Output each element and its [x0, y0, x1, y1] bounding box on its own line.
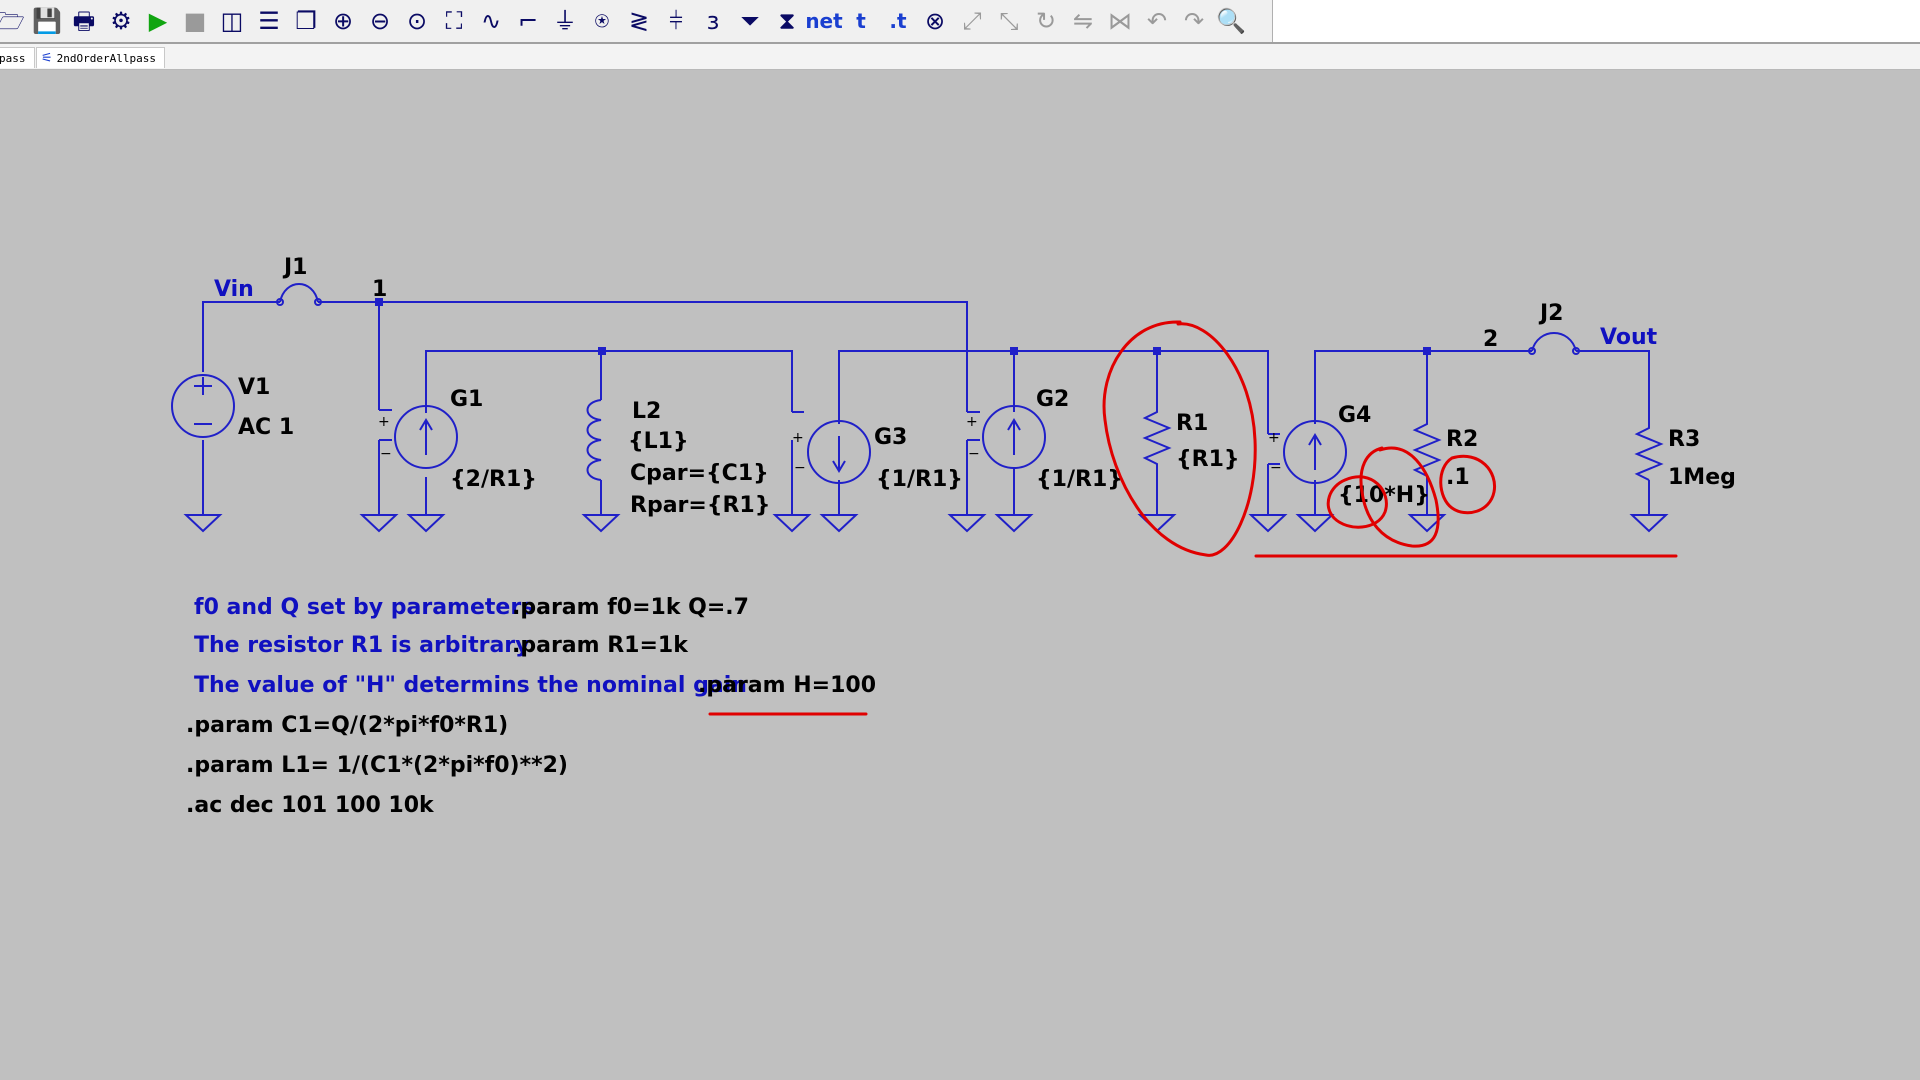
component-rpar-l2[interactable]: Rpar={R1} — [630, 493, 770, 518]
svg-text:−: − — [794, 460, 806, 476]
fft-icon[interactable]: ∿ — [475, 5, 507, 37]
control-panel-icon[interactable]: ⚙ — [105, 5, 137, 37]
comment-f0-q[interactable]: f0 and Q set by parameters — [194, 595, 534, 620]
capacitor-icon[interactable]: ⫩ — [660, 5, 692, 37]
save-icon[interactable]: 💾 — [31, 5, 63, 37]
tile-horizontal-icon[interactable]: ☰ — [253, 5, 285, 37]
component-cpar-l2[interactable]: Cpar={C1} — [630, 461, 769, 486]
zoom-in-icon[interactable]: ⊕ — [327, 5, 359, 37]
jumper-j1[interactable] — [276, 283, 322, 306]
open-icon[interactable]: 🗁 — [0, 5, 26, 37]
svg-text:−: − — [1270, 460, 1282, 476]
component-name-g4[interactable]: G4 — [1338, 403, 1371, 428]
mirror-vertical-icon[interactable]: ⋈ — [1104, 5, 1136, 37]
mirror-icon[interactable]: ⇋ — [1067, 5, 1099, 37]
component-name-l2[interactable]: L2 — [632, 399, 661, 424]
component-value-r1[interactable]: {R1} — [1176, 447, 1240, 472]
component-name-r2[interactable]: R2 — [1446, 427, 1478, 452]
directive-param-c1[interactable]: .param C1=Q/(2*pi*f0*R1) — [186, 713, 508, 738]
ground-symbols — [185, 502, 1667, 532]
tab-2ndorderallpass[interactable]: ⚟ 2ndOrderAllpass — [36, 47, 165, 68]
svg-text:+: + — [378, 414, 390, 430]
component-name-g2[interactable]: G2 — [1036, 387, 1069, 412]
component-value-l2[interactable]: {L1} — [628, 429, 689, 454]
directive-param-r1[interactable]: .param R1=1k — [512, 633, 689, 658]
delete-icon[interactable]: ⊗ — [919, 5, 951, 37]
run-icon[interactable]: ▶ — [142, 5, 174, 37]
current-source-g1[interactable] — [394, 405, 458, 469]
schematic-icon: ⚟ — [41, 51, 53, 66]
component-name-j1[interactable]: J1 — [282, 255, 308, 280]
label-net-icon[interactable]: ⍟ — [586, 5, 618, 37]
directive-param-l1[interactable]: .param L1= 1/(C1*(2*pi*f0)**2) — [186, 753, 568, 778]
rotate-icon[interactable]: ↻ — [1030, 5, 1062, 37]
directive-param-h[interactable]: .param H=100 — [698, 673, 876, 698]
net-label-vout[interactable]: Vout — [1600, 325, 1658, 350]
red-annotations — [708, 320, 1678, 716]
tile-vertical-icon[interactable]: ◫ — [216, 5, 248, 37]
svg-text:+: + — [1268, 430, 1280, 446]
toolbar-buttons: 🗁 💾 🖶 ⚙ ▶ ■ ◫ ☰ ❐ ⊕ ⊖ ⊙ ⛶ ∿ ⌐ ⏚ ⍟ ≷ ⫩ ɜ ⏷ ⧗ net t .t ⊗ ⤢ ⤡ ↻ ⇋ ⋈ ↶ ↷ 🔍 — [0, 0, 1272, 44]
inductor-l2[interactable] — [586, 399, 602, 481]
spice-directive-icon[interactable]: .t — [882, 5, 914, 37]
svg-text:−: − — [380, 446, 392, 462]
resistor-icon[interactable]: ≷ — [623, 5, 655, 37]
comment-h-gain[interactable]: The value of "H" determins the nominal g… — [194, 673, 747, 698]
component-name-j2[interactable]: J2 — [1538, 301, 1564, 326]
component-name-g3[interactable]: G3 — [874, 425, 907, 450]
node-label-1[interactable]: 1 — [372, 277, 387, 302]
svg-text:+: + — [792, 430, 804, 446]
resistor-r3[interactable] — [1634, 420, 1664, 481]
directive-ac-analysis[interactable]: .ac dec 101 100 10k — [186, 793, 435, 818]
text-icon[interactable]: t — [845, 5, 877, 37]
node-label-2[interactable]: 2 — [1483, 327, 1498, 352]
diode-icon[interactable]: ⏷ — [734, 5, 766, 37]
component-value-r2[interactable]: .1 — [1446, 465, 1470, 490]
find-icon[interactable]: 🔍 — [1215, 5, 1247, 37]
component-value-g1[interactable]: {2/R1} — [450, 467, 537, 492]
undo-icon[interactable]: ↶ — [1141, 5, 1173, 37]
halt-icon[interactable]: ■ — [179, 5, 211, 37]
component-value-g2[interactable]: {1/R1} — [1036, 467, 1123, 492]
tab-bar: pass ⚟ 2ndOrderAllpass — [0, 44, 1920, 70]
toolbar: 🗁 💾 🖶 ⚙ ▶ ■ ◫ ☰ ❐ ⊕ ⊖ ⊙ ⛶ ∿ ⌐ ⏚ ⍟ ≷ ⫩ ɜ ⏷ ⧗ net t .t ⊗ ⤢ ⤡ ↻ ⇋ ⋈ ↶ ↷ 🔍 — [0, 0, 1920, 44]
svg-text:−: − — [968, 446, 980, 462]
junctions — [375, 298, 1431, 355]
resistor-r2[interactable] — [1412, 410, 1442, 480]
svg-text:+: + — [966, 414, 978, 430]
component-value-g3[interactable]: {1/R1} — [876, 467, 963, 492]
ground-icon[interactable]: ⏚ — [549, 5, 581, 37]
toolbar-empty-area — [1272, 0, 1920, 42]
component-value-r3[interactable]: 1Meg — [1668, 465, 1736, 490]
comment-r1-arbitrary[interactable]: The resistor R1 is arbitrary — [194, 633, 529, 658]
move-icon[interactable]: ⤢ — [956, 5, 988, 37]
wire-icon[interactable]: ⌐ — [512, 5, 544, 37]
component-name-v1[interactable]: V1 — [238, 375, 270, 400]
redo-icon[interactable]: ↷ — [1178, 5, 1210, 37]
component-name-r3[interactable]: R3 — [1668, 427, 1700, 452]
directive-param-f0-q[interactable]: .param f0=1k Q=.7 — [512, 595, 749, 620]
component-name-r1[interactable]: R1 — [1176, 411, 1208, 436]
drag-icon[interactable]: ⤡ — [993, 5, 1025, 37]
print-icon[interactable]: 🖶 — [68, 5, 100, 37]
jumper-j2[interactable] — [1528, 332, 1580, 355]
net-label-vin[interactable]: Vin — [214, 277, 254, 302]
inductor-icon[interactable]: ɜ — [697, 5, 729, 37]
zoom-out-icon[interactable]: ⊖ — [364, 5, 396, 37]
cascade-icon[interactable]: ❐ — [290, 5, 322, 37]
voltage-source-v1[interactable] — [171, 374, 235, 438]
tab-label: 2ndOrderAllpass — [56, 52, 156, 65]
resistor-r1[interactable] — [1142, 396, 1172, 476]
component-name-g1[interactable]: G1 — [450, 387, 483, 412]
tab-pass[interactable]: pass — [0, 47, 35, 68]
component-value-v1[interactable]: AC 1 — [238, 415, 294, 440]
tab-label: pass — [0, 52, 26, 65]
net-name-icon[interactable]: net — [805, 5, 842, 37]
component-icon[interactable]: ⧗ — [771, 5, 803, 37]
zoom-fit-icon[interactable]: ⊙ — [401, 5, 433, 37]
schematic-canvas[interactable]: + − + − + − + − Vin 1 2 Vout J1 J2 V1 AC 1 G… — [0, 70, 1920, 1080]
schematic-drawing[interactable]: + − + − + − + − Vin 1 2 Vout J1 J2 V1 AC 1 G… — [0, 70, 1920, 1080]
autorange-icon[interactable]: ⛶ — [438, 5, 470, 37]
